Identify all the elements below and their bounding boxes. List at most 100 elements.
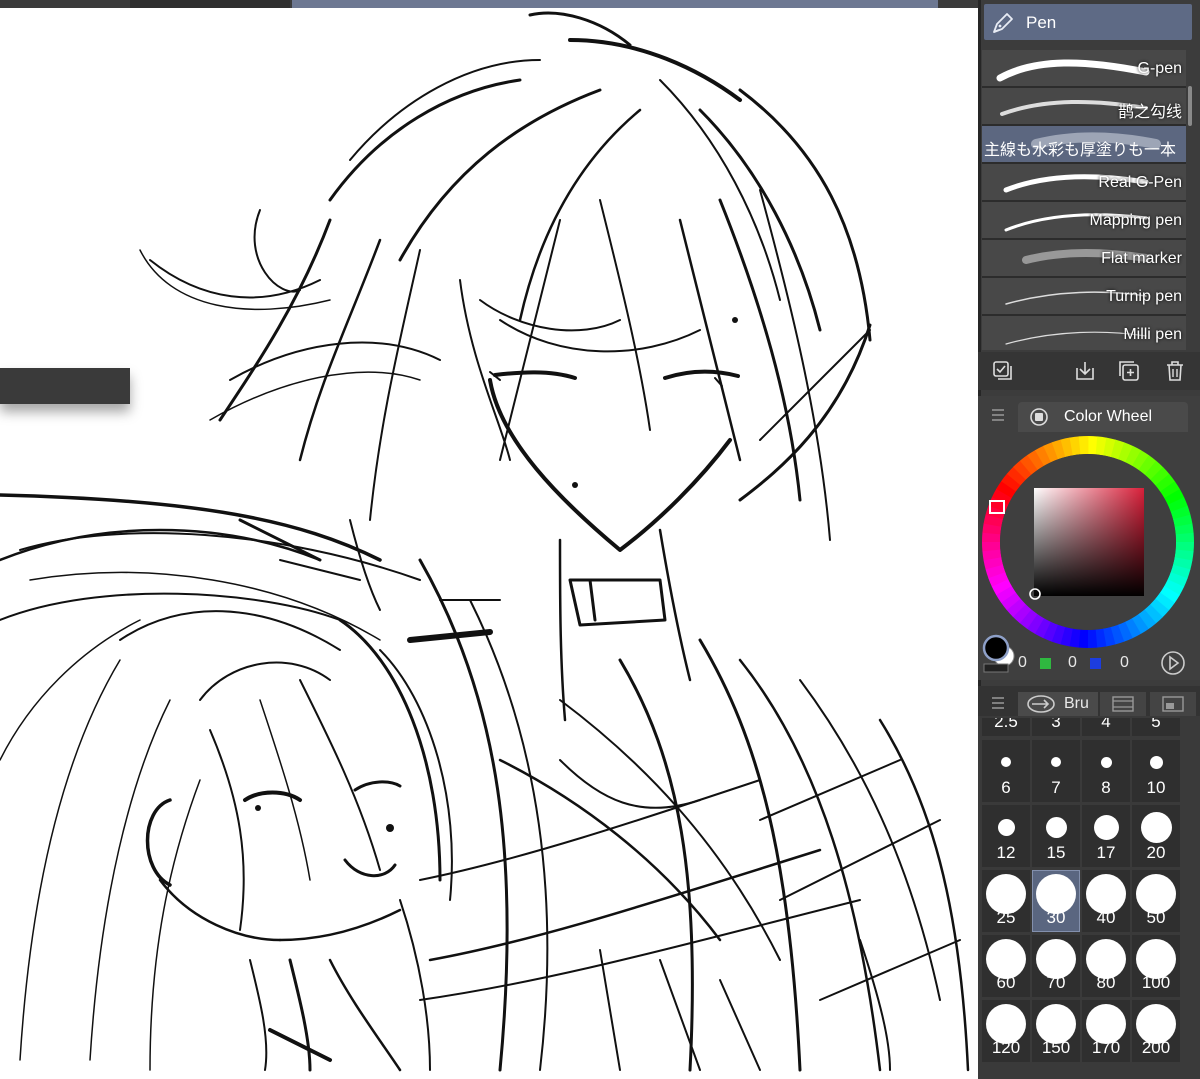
brush-size-dot bbox=[1100, 756, 1112, 768]
tab-label: Bru bbox=[1064, 695, 1089, 712]
layers-icon bbox=[1162, 696, 1184, 712]
panel-menu-icon[interactable] bbox=[992, 408, 1004, 422]
color-wheel-tab-icon bbox=[1030, 408, 1048, 426]
main-sub-color-icon[interactable] bbox=[982, 634, 1016, 674]
brush-name: Real G-Pen bbox=[1098, 174, 1182, 191]
tab-layers[interactable] bbox=[1150, 692, 1196, 716]
hue-segment bbox=[1175, 532, 1194, 543]
brush-size-cell[interactable]: 12 bbox=[982, 805, 1030, 867]
brush-size-label: 5 bbox=[1151, 718, 1161, 731]
blue-swatch-icon bbox=[1090, 658, 1101, 669]
drawing-canvas[interactable] bbox=[0, 0, 978, 1079]
brush-size-label: 50 bbox=[1146, 908, 1166, 927]
brush-size-label: 25 bbox=[996, 908, 1016, 927]
pen-icon bbox=[993, 13, 1013, 33]
brush-size-label: 70 bbox=[1046, 973, 1066, 992]
brush-size-cell[interactable]: 7 bbox=[1032, 740, 1080, 802]
color-wheel-panel: Color Wheel 0 0 0 bbox=[978, 396, 1200, 680]
brush-item-real-g-pen[interactable]: Real G-Pen bbox=[982, 164, 1186, 202]
trash-icon[interactable] bbox=[1164, 360, 1186, 382]
panel-menu-icon[interactable] bbox=[992, 696, 1004, 710]
filmstrip-icon bbox=[1112, 696, 1134, 712]
green-swatch-icon bbox=[1040, 658, 1051, 669]
brush-size-cell[interactable]: 20 bbox=[1132, 805, 1180, 867]
brush-list-scrollbar[interactable] bbox=[1188, 86, 1192, 126]
brush-size-cell[interactable]: 25 bbox=[982, 870, 1030, 932]
brush-size-cell[interactable]: 2.5 bbox=[982, 718, 1030, 736]
brush-size-tabs: Bru bbox=[978, 686, 1200, 716]
brush-size-cell[interactable]: 80 bbox=[1082, 935, 1130, 997]
sub-tool-title: Pen bbox=[1026, 13, 1057, 32]
brush-size-label: 17 bbox=[1096, 843, 1116, 862]
brush-item-2[interactable]: 鹊之勾线 bbox=[982, 88, 1186, 126]
brush-size-cell[interactable]: 8 bbox=[1082, 740, 1130, 802]
brush-size-cell[interactable]: 170 bbox=[1082, 1000, 1130, 1062]
brush-size-cell[interactable]: 70 bbox=[1032, 935, 1080, 997]
brush-size-dot bbox=[1093, 814, 1119, 840]
hue-segment bbox=[1078, 436, 1089, 455]
brush-size-label: 7 bbox=[1051, 778, 1061, 797]
brush-size-cell[interactable]: 3 bbox=[1032, 718, 1080, 736]
brush-size-label: 170 bbox=[1091, 1038, 1121, 1057]
brush-size-cell[interactable]: 40 bbox=[1082, 870, 1130, 932]
brush-size-label: 80 bbox=[1096, 973, 1116, 992]
tab-filmstrip[interactable] bbox=[1100, 692, 1146, 716]
hue-segment bbox=[1087, 629, 1098, 648]
sub-tool-header[interactable]: Pen bbox=[984, 4, 1192, 40]
brush-size-label: 6 bbox=[1001, 778, 1011, 797]
brush-toolbar bbox=[978, 352, 1200, 390]
brush-name: Milli pen bbox=[1123, 326, 1182, 343]
brush-size-cell[interactable]: 100 bbox=[1132, 935, 1180, 997]
red-value[interactable]: 0 bbox=[1018, 654, 1027, 672]
brush-name: 主線も水彩も厚塗りも一本 bbox=[984, 142, 1177, 159]
brush-size-label: 15 bbox=[1046, 843, 1066, 862]
brush-size-cell[interactable]: 120 bbox=[982, 1000, 1030, 1062]
brush-size-dot bbox=[1001, 757, 1011, 767]
brush-size-cell[interactable]: 50 bbox=[1132, 870, 1180, 932]
brush-size-label: 3 bbox=[1051, 718, 1061, 731]
brush-size-cell[interactable]: 200 bbox=[1132, 1000, 1180, 1062]
sketch-artwork bbox=[0, 11, 970, 1072]
brush-item-3-selected[interactable]: 主線も水彩も厚塗りも一本 bbox=[982, 126, 1186, 164]
brush-name: Flat marker bbox=[1101, 250, 1182, 267]
brush-size-label: 2.5 bbox=[994, 718, 1018, 731]
green-value[interactable]: 0 bbox=[1068, 654, 1077, 672]
brush-item-g-pen[interactable]: G-pen bbox=[982, 50, 1186, 88]
brush-size-label: 60 bbox=[996, 973, 1016, 992]
brush-item-turnip-pen[interactable]: Turnip pen bbox=[982, 278, 1186, 316]
brush-size-tab-icon bbox=[1027, 695, 1055, 713]
brush-size-label: 100 bbox=[1141, 973, 1171, 992]
brush-size-dot bbox=[997, 818, 1015, 836]
brush-item-mapping-pen[interactable]: Mapping pen bbox=[982, 202, 1186, 240]
tab-brush-size[interactable]: Bru bbox=[1018, 692, 1098, 716]
add-brush-icon[interactable] bbox=[1118, 360, 1140, 382]
blue-value[interactable]: 0 bbox=[1120, 654, 1129, 672]
brush-size-label: 20 bbox=[1146, 843, 1166, 862]
brush-size-grid: 2.5 3 4 5 6 7 8 10 12 15 17 20 25 30 40 50 60 70 80 100 120 1… bbox=[978, 718, 1200, 1079]
canvas-title-bar bbox=[0, 0, 978, 8]
brush-size-cell[interactable]: 5 bbox=[1132, 718, 1180, 736]
brush-size-cell[interactable]: 4 bbox=[1082, 718, 1130, 736]
floating-toolbar-edge[interactable] bbox=[0, 368, 130, 404]
brush-size-cell[interactable]: 6 bbox=[982, 740, 1030, 802]
import-icon[interactable] bbox=[1074, 360, 1096, 382]
brush-size-cell[interactable]: 17 bbox=[1082, 805, 1130, 867]
brush-list[interactable]: G-pen 鹊之勾线 主線も水彩も厚塗りも一本 Real G-Pen Mappi… bbox=[982, 46, 1190, 350]
brush-size-cell[interactable]: 15 bbox=[1032, 805, 1080, 867]
copy-settings-icon[interactable] bbox=[992, 360, 1014, 382]
brush-size-label: 120 bbox=[991, 1038, 1021, 1057]
brush-item-flat-marker[interactable]: Flat marker bbox=[982, 240, 1186, 278]
brush-size-cell[interactable]: 60 bbox=[982, 935, 1030, 997]
brush-size-cell[interactable]: 150 bbox=[1032, 1000, 1080, 1062]
brush-size-label: 12 bbox=[996, 843, 1016, 862]
brush-size-label: 40 bbox=[1096, 908, 1116, 927]
tab-color-wheel[interactable]: Color Wheel bbox=[1018, 402, 1188, 432]
brush-size-cell[interactable]: 30 bbox=[1032, 870, 1080, 932]
brush-name: Mapping pen bbox=[1089, 212, 1182, 229]
brush-size-dot bbox=[1140, 811, 1172, 843]
play-icon[interactable] bbox=[1160, 650, 1186, 676]
brush-item-milli-pen[interactable]: Milli pen bbox=[982, 316, 1186, 350]
brush-size-label: 10 bbox=[1146, 778, 1166, 797]
color-wheel[interactable] bbox=[982, 436, 1194, 648]
brush-size-cell[interactable]: 10 bbox=[1132, 740, 1180, 802]
